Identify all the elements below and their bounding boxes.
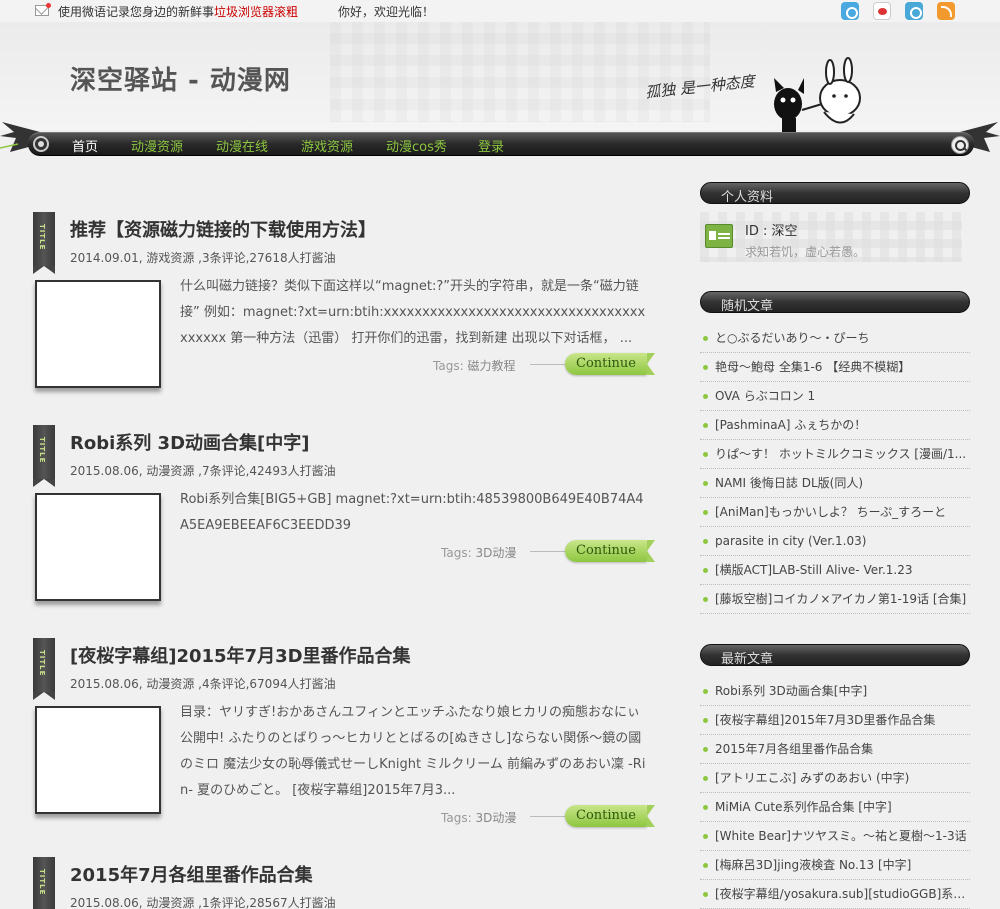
tags-divider: [530, 551, 565, 552]
post-excerpt: 什么叫磁力链接？类似下面这样以“magnet:?”开头的字符串，就是一条“磁力链…: [180, 279, 646, 346]
list-item[interactable]: NAMI 後悔日誌 DL版(同人): [700, 469, 970, 498]
profile-id: ID : 深空: [745, 224, 798, 239]
widget-heading-random: 随机文章: [700, 291, 970, 314]
widget-heading-text: 随机文章: [721, 299, 774, 314]
post-item: TITLE Robi系列 3D动画合集[中字] 2015.08.06, 动漫资源…: [30, 425, 655, 615]
list-item[interactable]: 艳母～鮑母 全集1-6 【经典不模糊】: [700, 353, 970, 382]
latest-posts-list: Robi系列 3D动画合集[中字] [夜桜字幕组]2015年7月3D里番作品合集…: [700, 677, 970, 909]
post-thumbnail[interactable]: [35, 493, 161, 601]
post-tags: Tags: 3D动漫: [441, 809, 516, 826]
post-item: TITLE 2015年7月各组里番作品合集 2015.08.06, 动漫资源 ,…: [30, 857, 650, 909]
post-thumbnail[interactable]: [35, 706, 161, 814]
qq-icon[interactable]: [905, 2, 923, 20]
random-posts-list: と○ぶるだいあり～・ぴーち 艳母～鮑母 全集1-6 【经典不模糊】 OVA らぶ…: [700, 324, 970, 614]
list-item[interactable]: [横版ACT]LAB-Still Alive- Ver.1.23: [700, 556, 970, 585]
mail-icon[interactable]: [35, 3, 51, 16]
post-tags: Tags: 磁力教程: [433, 357, 515, 374]
list-item[interactable]: parasite in city (Ver.1.03): [700, 527, 970, 556]
ribbon-label: TITLE: [38, 224, 46, 251]
title-ribbon-icon: TITLE: [33, 857, 55, 909]
title-ribbon-icon: TITLE: [33, 425, 55, 487]
nav-item-login[interactable]: 登录: [478, 136, 504, 155]
tags-divider: [530, 364, 565, 365]
nav-item-anime-resources[interactable]: 动漫资源: [131, 136, 183, 155]
title-ribbon-icon: TITLE: [33, 638, 55, 700]
tags-label: Tags:: [441, 546, 472, 560]
welcome-text: 你好，欢迎光临！: [338, 5, 435, 19]
post-tags: Tags: 3D动漫: [441, 544, 516, 561]
widget-heading-profile: 个人资料: [700, 182, 970, 205]
continue-button[interactable]: Continue: [565, 540, 655, 562]
site-header: 深空驿站 - 动漫网 孤独 是一种态度: [0, 22, 1000, 137]
ribbon-label: TITLE: [38, 437, 46, 464]
search-icon[interactable]: [951, 136, 969, 154]
post-excerpt: Robi系列合集[BIG5+GB] magnet:?xt=urn:btih:48…: [180, 492, 644, 533]
list-item[interactable]: [White Bear]ナツヤスミ。～祐と夏樹～1-3话: [700, 822, 970, 851]
logo-handwriting: 孤独 是一种态度: [644, 72, 757, 102]
notice-hot-link[interactable]: 垃圾浏览器滚粗: [214, 5, 298, 19]
post-title[interactable]: 2015年7月各组里番作品合集: [70, 861, 313, 887]
post-title[interactable]: 推荐【资源磁力链接的下载使用方法】: [70, 216, 376, 242]
tags-label: Tags:: [433, 359, 464, 373]
list-item[interactable]: Robi系列 3D动画合集[中字]: [700, 677, 970, 706]
tags-divider: [530, 816, 565, 817]
profile-box: ID : 深空 求知若饥，虚心若愚。: [700, 212, 962, 262]
list-item[interactable]: [AniMan]もっかいしよ？ ちーぷ_すろーと: [700, 498, 970, 527]
list-item[interactable]: [夜桜字幕组/yosakura.sub][studioGGB]系列...: [700, 880, 970, 909]
ribbon-label: TITLE: [38, 650, 46, 677]
post-meta: 2015.08.06, 动漫资源 ,7条评论,42493人打酱油: [70, 464, 336, 478]
nav-item-game-resources[interactable]: 游戏资源: [301, 136, 353, 155]
tag-link[interactable]: 3D动漫: [475, 546, 516, 560]
weiyu-notice[interactable]: 使用微语记录您身边的新鲜事垃圾浏览器滚粗: [58, 3, 298, 20]
main-nav-wrapper: 首页 动漫资源 动漫在线 游戏资源 动漫cos秀 登录: [0, 118, 1000, 168]
tag-link[interactable]: 磁力教程: [467, 359, 515, 373]
list-item[interactable]: [夜桜字幕组]2015年7月3D里番作品合集: [700, 706, 970, 735]
continue-button[interactable]: Continue: [565, 805, 655, 827]
post-meta: 2015.08.06, 动漫资源 ,1条评论,28567人打酱油: [70, 896, 336, 909]
site-title[interactable]: 深空驿站 - 动漫网: [70, 60, 291, 97]
notice-text: 使用微语记录您身边的新鲜事: [58, 5, 215, 19]
post-title[interactable]: [夜桜字幕组]2015年7月3D里番作品合集: [70, 642, 411, 668]
post-item: TITLE [夜桜字幕组]2015年7月3D里番作品合集 2015.08.06,…: [30, 638, 655, 838]
tag-link[interactable]: 3D动漫: [475, 811, 516, 825]
list-item[interactable]: [梅麻呂3D]jing液検査 No.13 [中字]: [700, 851, 970, 880]
post-title[interactable]: Robi系列 3D动画合集[中字]: [70, 429, 309, 455]
title-ribbon-icon: TITLE: [33, 212, 55, 274]
weibo-icon[interactable]: [873, 2, 891, 20]
list-item[interactable]: [PashminaA] ふぇちかの！: [700, 411, 970, 440]
id-card-icon: [705, 224, 733, 248]
list-item[interactable]: りぱ～す！ ホットミルクコミックス [漫画/1...: [700, 440, 970, 469]
post-meta: 2014.09.01, 游戏资源 ,3条评论,27618人打酱油: [70, 251, 336, 265]
tags-label: Tags:: [441, 811, 472, 825]
continue-button[interactable]: Continue: [565, 353, 655, 375]
widget-heading-text: 个人资料: [721, 190, 774, 205]
twitter-icon[interactable]: [841, 2, 859, 20]
list-item[interactable]: MiMiA Cute系列作品合集 [中字]: [700, 793, 970, 822]
post-item: TITLE 推荐【资源磁力链接的下载使用方法】 2014.09.01, 游戏资源…: [30, 212, 655, 402]
nav-item-home[interactable]: 首页: [72, 136, 98, 155]
nav-home-dot-icon[interactable]: [33, 136, 49, 152]
widget-heading-latest: 最新文章: [700, 644, 970, 667]
list-item[interactable]: [藤坂空樹]コイカノ×アイカノ第1-19话 [合集]: [700, 585, 970, 614]
ribbon-label: TITLE: [38, 869, 46, 896]
nav-item-anime-cos[interactable]: 动漫cos秀: [386, 136, 447, 155]
nav-item-anime-online[interactable]: 动漫在线: [216, 136, 268, 155]
top-bar: 使用微语记录您身边的新鲜事垃圾浏览器滚粗 你好，欢迎光临！: [0, 0, 1000, 22]
main-nav: 首页 动漫资源 动漫在线 游戏资源 动漫cos秀 登录: [28, 132, 974, 156]
post-thumbnail[interactable]: [35, 280, 161, 388]
post-meta: 2015.08.06, 动漫资源 ,4条评论,67094人打酱油: [70, 677, 336, 691]
rss-icon[interactable]: [937, 2, 955, 20]
profile-bio: 求知若饥，虚心若愚。: [745, 245, 866, 259]
widget-heading-text: 最新文章: [721, 652, 774, 667]
list-item[interactable]: と○ぶるだいあり～・ぴーち: [700, 324, 970, 353]
list-item[interactable]: 2015年7月各组里番作品合集: [700, 735, 970, 764]
post-excerpt: 目录：ヤリすぎ!おかあさんユフィンとエッチふたなり娘ヒカリの痴態おなにぃ公開中!…: [180, 705, 646, 798]
list-item[interactable]: [アトリエこぶ] みずのあおい (中字): [700, 764, 970, 793]
list-item[interactable]: OVA らぶコロン 1: [700, 382, 970, 411]
